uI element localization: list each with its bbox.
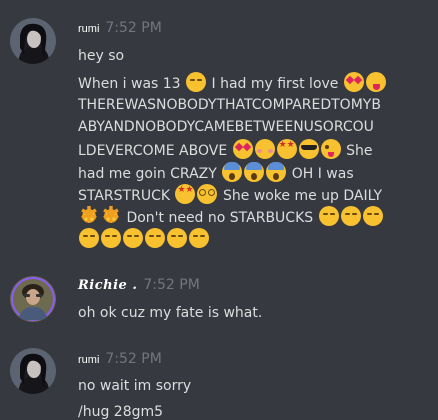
sun-emoji: [101, 204, 121, 228]
smirk-emoji: [79, 228, 99, 248]
timestamp[interactable]: 7:52 PM: [143, 277, 199, 293]
scream-emoji: [222, 162, 243, 182]
message-line: ABYANDNOBODYCAMEBETWEENUSORCOU: [78, 119, 374, 135]
message-group: Richie . 7:52 PM oh ok cuz my fate is wha…: [0, 260, 438, 340]
wink-tongue-emoji: [320, 139, 341, 159]
avatar[interactable]: [10, 348, 56, 394]
sun-emoji: [79, 204, 99, 228]
avatar[interactable]: [10, 276, 56, 322]
smirk-emoji: [318, 206, 339, 226]
blush-emoji: [254, 139, 275, 159]
smirk-emoji: [145, 228, 165, 248]
star-struck-emoji: [276, 139, 297, 159]
message-group: rumi 7:52 PM hey so When i was 13 I had m…: [0, 0, 438, 260]
avatar[interactable]: [10, 18, 56, 64]
heart-eyes-emoji: [343, 72, 364, 92]
message-line: oh ok cuz my fate is what.: [78, 305, 263, 321]
timestamp[interactable]: 7:52 PM: [105, 20, 161, 36]
message-line: When i was 13 I had my first love: [78, 72, 387, 95]
message-header: Richie . 7:52 PM: [78, 274, 200, 293]
scream-emoji: [244, 162, 265, 182]
tongue-emoji: [365, 72, 386, 92]
message-line: Don't need no STARBUCKS: [78, 204, 384, 229]
message-line: [78, 228, 210, 251]
message-line: no wait im sorry: [78, 378, 192, 394]
chat-log: rumi 7:52 PM hey so When i was 13 I had m…: [0, 0, 438, 420]
username[interactable]: Richie .: [78, 278, 137, 293]
smirk-emoji: [123, 228, 143, 248]
dizzy-emoji: [197, 184, 218, 204]
smirk-emoji: [340, 206, 361, 226]
star-struck-emoji: [175, 184, 196, 204]
username[interactable]: rumi: [78, 23, 99, 35]
message-line: LDEVERCOME ABOVE She: [78, 139, 372, 162]
message-line: STARSTRUCK She woke me up DAILY: [78, 184, 382, 207]
message-group: rumi 7:52 PM no wait im sorry /hug 28gm5: [0, 338, 438, 420]
sunglasses-emoji: [298, 139, 319, 159]
message-header: rumi 7:52 PM: [78, 348, 162, 367]
timestamp[interactable]: 7:52 PM: [105, 351, 161, 367]
message-line: had me goin CRAZY OH I was: [78, 162, 354, 185]
smirk-emoji: [189, 228, 209, 248]
message-line: THEREWASNOBODYTHATCOMPAREDTOMYB: [78, 97, 381, 113]
smirk-emoji: [186, 72, 207, 92]
message-line: /hug 28gm5: [78, 404, 164, 420]
smirk-emoji: [362, 206, 383, 226]
heart-eyes-emoji: [232, 139, 253, 159]
smirk-emoji: [101, 228, 121, 248]
username[interactable]: rumi: [78, 354, 99, 366]
message-header: rumi 7:52 PM: [78, 17, 162, 36]
smirk-emoji: [167, 228, 187, 248]
scream-emoji: [266, 162, 287, 182]
message-line: hey so: [78, 48, 125, 64]
